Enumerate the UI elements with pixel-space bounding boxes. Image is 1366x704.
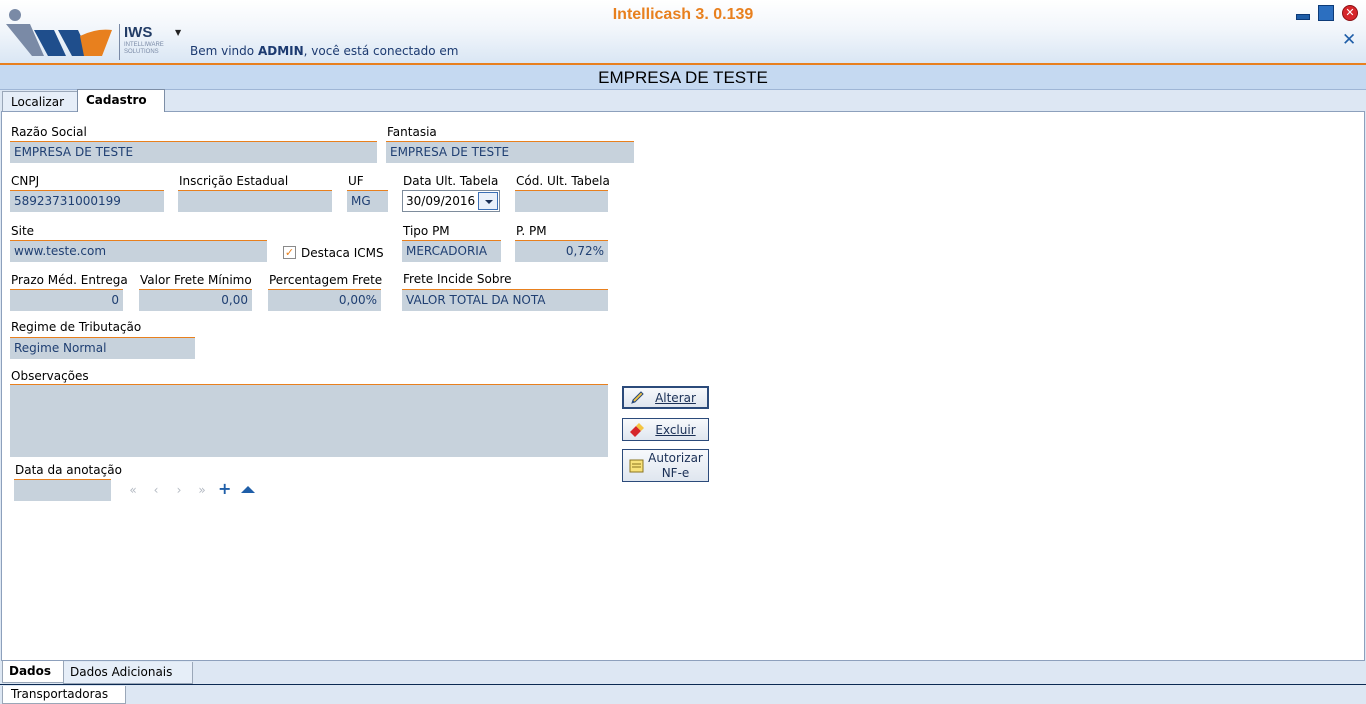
next-record-icon[interactable]: › [172,483,186,497]
logo-text: IWS [124,24,153,41]
prazo-med-entrega-label: Prazo Méd. Entrega [11,273,128,287]
regime-tributacao-field[interactable]: Regime Normal [10,337,195,359]
prazo-med-entrega-field[interactable]: 0 [10,289,123,311]
tipo-pm-field[interactable]: MERCADORIA [402,240,501,262]
site-field[interactable]: www.teste.com [10,240,267,262]
date-dropdown-icon[interactable] [478,192,498,210]
last-record-icon[interactable]: » [195,483,209,497]
pencil-icon [631,391,644,404]
collapse-up-icon[interactable] [241,486,255,493]
tab-transportadoras[interactable]: Transportadoras [2,686,126,704]
p-pm-field[interactable]: 0,72% [515,240,608,262]
tipo-pm-label: Tipo PM [403,224,450,238]
uf-label: UF [348,174,364,188]
excluir-label: Excluir [655,423,696,437]
tab-dados[interactable]: Dados [2,661,64,683]
previous-record-icon[interactable]: ‹ [149,483,163,497]
logo-dropdown-icon[interactable]: ▼ [175,28,181,37]
data-anotacao-field[interactable] [14,479,111,501]
autorizar-nfe-button[interactable]: Autorizar NF-e [622,449,709,482]
data-anotacao-label: Data da anotação [15,463,122,477]
welcome-user: ADMIN [257,44,304,58]
welcome-prefix: Bem vindo [190,44,255,58]
note-icon [629,459,644,473]
maximize-icon[interactable] [1318,5,1334,21]
uf-field[interactable]: MG [347,190,388,212]
eraser-icon [630,423,644,437]
logo-subtext: INTELLIWARE SOLUTIONS [124,42,164,55]
destaca-icms-label[interactable]: Destaca ICMS [301,246,384,260]
cnpj-label: CNPJ [11,174,40,188]
inscricao-estadual-label: Inscrição Estadual [179,174,289,188]
alterar-label: Alterar [655,391,696,405]
close-form-icon[interactable]: ✕ [1342,30,1356,50]
site-label: Site [11,224,35,238]
observacoes-textarea[interactable] [10,384,608,457]
data-ult-tabela-label: Data Ult. Tabela [403,174,499,188]
tab-dados-adicionais[interactable]: Dados Adicionais [63,662,193,684]
cnpj-field[interactable]: 58923731000199 [10,190,164,212]
data-ult-tabela-field[interactable]: 30/09/2016 [402,190,500,212]
frete-incide-sobre-label: Frete Incide Sobre [403,272,512,286]
app-header: IWS INTELLIWARE SOLUTIONS ▼ Bem vindo AD… [0,0,1366,64]
autorizar-label-2: NF-e [661,466,690,480]
tab-cadastro[interactable]: Cadastro [77,89,165,112]
tab-localizar[interactable]: Localizar [2,91,78,112]
fantasia-field[interactable]: EMPRESA DE TESTE [386,141,634,163]
welcome-suffix: , você está conectado em [303,44,459,58]
data-ult-tabela-value: 30/09/2016 [406,194,476,208]
observacoes-label: Observações [11,369,89,383]
close-app-icon[interactable]: ✕ [1342,5,1358,21]
cod-ult-tabela-field[interactable] [515,190,608,212]
valor-frete-minimo-field[interactable]: 0,00 [139,289,252,311]
welcome-message: Bem vindo ADMIN, você está conectado em [190,44,458,58]
frete-incide-sobre-field[interactable]: VALOR TOTAL DA NOTA [402,289,608,311]
inscricao-estadual-field[interactable] [178,190,332,212]
fantasia-label: Fantasia [387,125,437,139]
minimize-icon[interactable] [1294,5,1310,21]
p-pm-label: P. PM [516,224,547,238]
cod-ult-tabela-label: Cód. Ult. Tabela [516,174,610,188]
regime-tributacao-label: Regime de Tributação [11,320,142,334]
first-record-icon[interactable]: « [126,483,140,497]
percentagem-frete-label: Percentagem Frete [269,273,383,287]
percentagem-frete-field[interactable]: 0,00% [268,289,381,311]
app-title: Intellicash 3. 0.139 [612,6,754,23]
razao-social-field[interactable]: EMPRESA DE TESTE [10,141,377,163]
page-title: EMPRESA DE TESTE [0,65,1366,90]
bottom-divider [0,684,1366,685]
add-note-icon[interactable]: + [218,481,231,497]
alterar-button[interactable]: Alterar [622,386,709,409]
destaca-icms-checkbox[interactable]: ✓ [283,246,296,259]
excluir-button[interactable]: Excluir [622,418,709,441]
logo-divider [119,24,120,60]
valor-frete-minimo-label: Valor Frete Mínimo [140,273,252,287]
razao-social-label: Razão Social [11,125,87,139]
autorizar-label-1: Autorizar [648,451,703,465]
